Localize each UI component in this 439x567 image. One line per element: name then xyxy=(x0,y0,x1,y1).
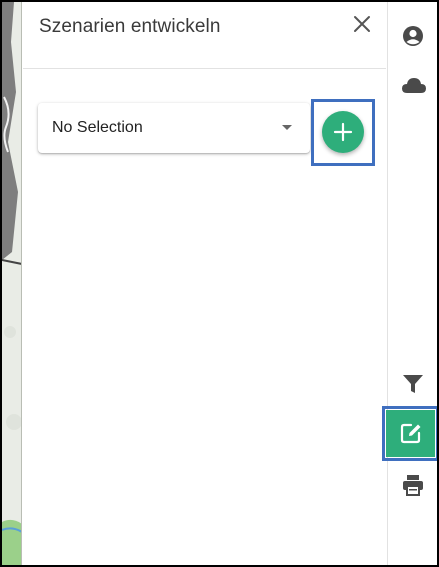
scenario-select-value: No Selection xyxy=(52,119,143,136)
account-button[interactable] xyxy=(401,24,425,48)
cloud-icon xyxy=(402,78,426,93)
close-button[interactable] xyxy=(350,12,374,36)
filter-button[interactable] xyxy=(401,372,425,396)
right-toolbar xyxy=(382,2,437,565)
print-button[interactable] xyxy=(401,473,425,497)
edit-icon xyxy=(400,423,421,444)
scenario-select[interactable]: No Selection xyxy=(38,103,310,153)
plus-icon xyxy=(333,122,353,142)
dropdown-arrow-icon xyxy=(282,125,292,130)
print-icon xyxy=(403,475,423,496)
panel-title: Szenarien entwickeln xyxy=(39,16,221,37)
map-terrain xyxy=(2,2,21,565)
filter-icon xyxy=(403,375,423,393)
panel-header: Szenarien entwickeln xyxy=(23,2,386,69)
close-icon xyxy=(354,16,370,32)
scenario-panel: Szenarien entwickeln No Selection xyxy=(23,2,386,565)
add-scenario-button[interactable] xyxy=(322,111,364,153)
cloud-button[interactable] xyxy=(401,73,426,97)
app-frame: Szenarien entwickeln No Selection xyxy=(0,0,439,567)
account-icon xyxy=(403,26,423,46)
map-background[interactable] xyxy=(2,2,22,565)
edit-scenario-button[interactable] xyxy=(386,410,435,457)
